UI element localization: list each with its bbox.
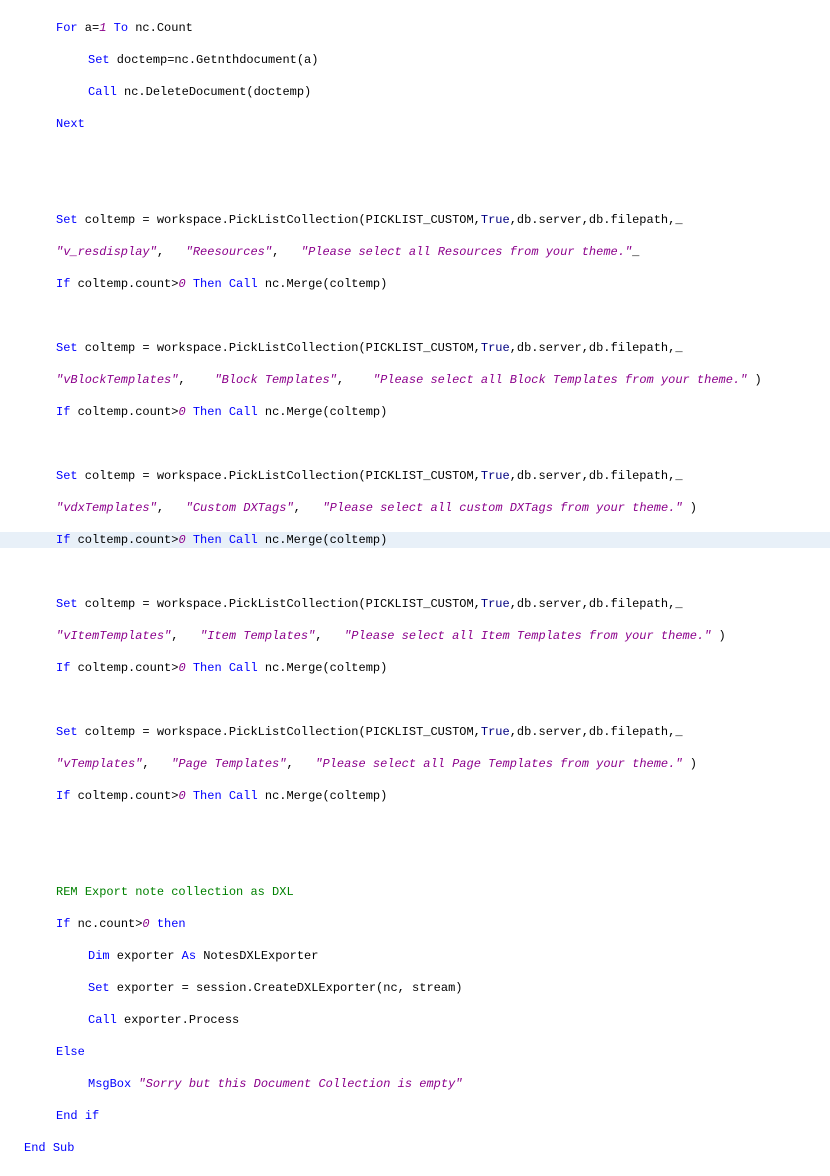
- code-line: Else: [0, 1044, 830, 1060]
- blank-line: [0, 148, 830, 164]
- blank-line: [0, 692, 830, 708]
- code-line: Set coltemp = workspace.PickListCollecti…: [0, 724, 830, 740]
- code-line: "vdxTemplates", "Custom DXTags", "Please…: [0, 500, 830, 516]
- blank-line: [0, 564, 830, 580]
- blank-line: [0, 436, 830, 452]
- blank-line: [0, 180, 830, 196]
- code-line: End Sub: [0, 1140, 830, 1156]
- code-line: Set coltemp = workspace.PickListCollecti…: [0, 596, 830, 612]
- code-line: REM Export note collection as DXL: [0, 884, 830, 900]
- code-line: Next: [0, 116, 830, 132]
- code-line: Set coltemp = workspace.PickListCollecti…: [0, 212, 830, 228]
- code-line: Set doctemp=nc.Getnthdocument(a): [0, 52, 830, 68]
- code-line: "vTemplates", "Page Templates", "Please …: [0, 756, 830, 772]
- code-line: End if: [0, 1108, 830, 1124]
- code-line: "v_resdisplay", "Reesources", "Please se…: [0, 244, 830, 260]
- code-line: Set coltemp = workspace.PickListCollecti…: [0, 340, 830, 356]
- code-line: For a=1 To nc.Count: [0, 20, 830, 36]
- code-editor: For a=1 To nc.Count Set doctemp=nc.Getnt…: [0, 4, 830, 1172]
- code-line: Set coltemp = workspace.PickListCollecti…: [0, 468, 830, 484]
- code-line: MsgBox "Sorry but this Document Collecti…: [0, 1076, 830, 1092]
- code-line: "vItemTemplates", "Item Templates", "Ple…: [0, 628, 830, 644]
- code-line: Call exporter.Process: [0, 1012, 830, 1028]
- code-line: If coltemp.count>0 Then Call nc.Merge(co…: [0, 276, 830, 292]
- code-line: Set exporter = session.CreateDXLExporter…: [0, 980, 830, 996]
- code-line: Call nc.DeleteDocument(doctemp): [0, 84, 830, 100]
- code-line: If coltemp.count>0 Then Call nc.Merge(co…: [0, 660, 830, 676]
- code-line: If coltemp.count>0 Then Call nc.Merge(co…: [0, 404, 830, 420]
- blank-line: [0, 820, 830, 836]
- code-line: "vBlockTemplates", "Block Templates", "P…: [0, 372, 830, 388]
- code-line-highlighted: If coltemp.count>0 Then Call nc.Merge(co…: [0, 532, 830, 548]
- keyword-for: For: [56, 21, 78, 35]
- code-line: If nc.count>0 then: [0, 916, 830, 932]
- code-line: Dim exporter As NotesDXLExporter: [0, 948, 830, 964]
- code-line: If coltemp.count>0 Then Call nc.Merge(co…: [0, 788, 830, 804]
- blank-line: [0, 308, 830, 324]
- blank-line: [0, 852, 830, 868]
